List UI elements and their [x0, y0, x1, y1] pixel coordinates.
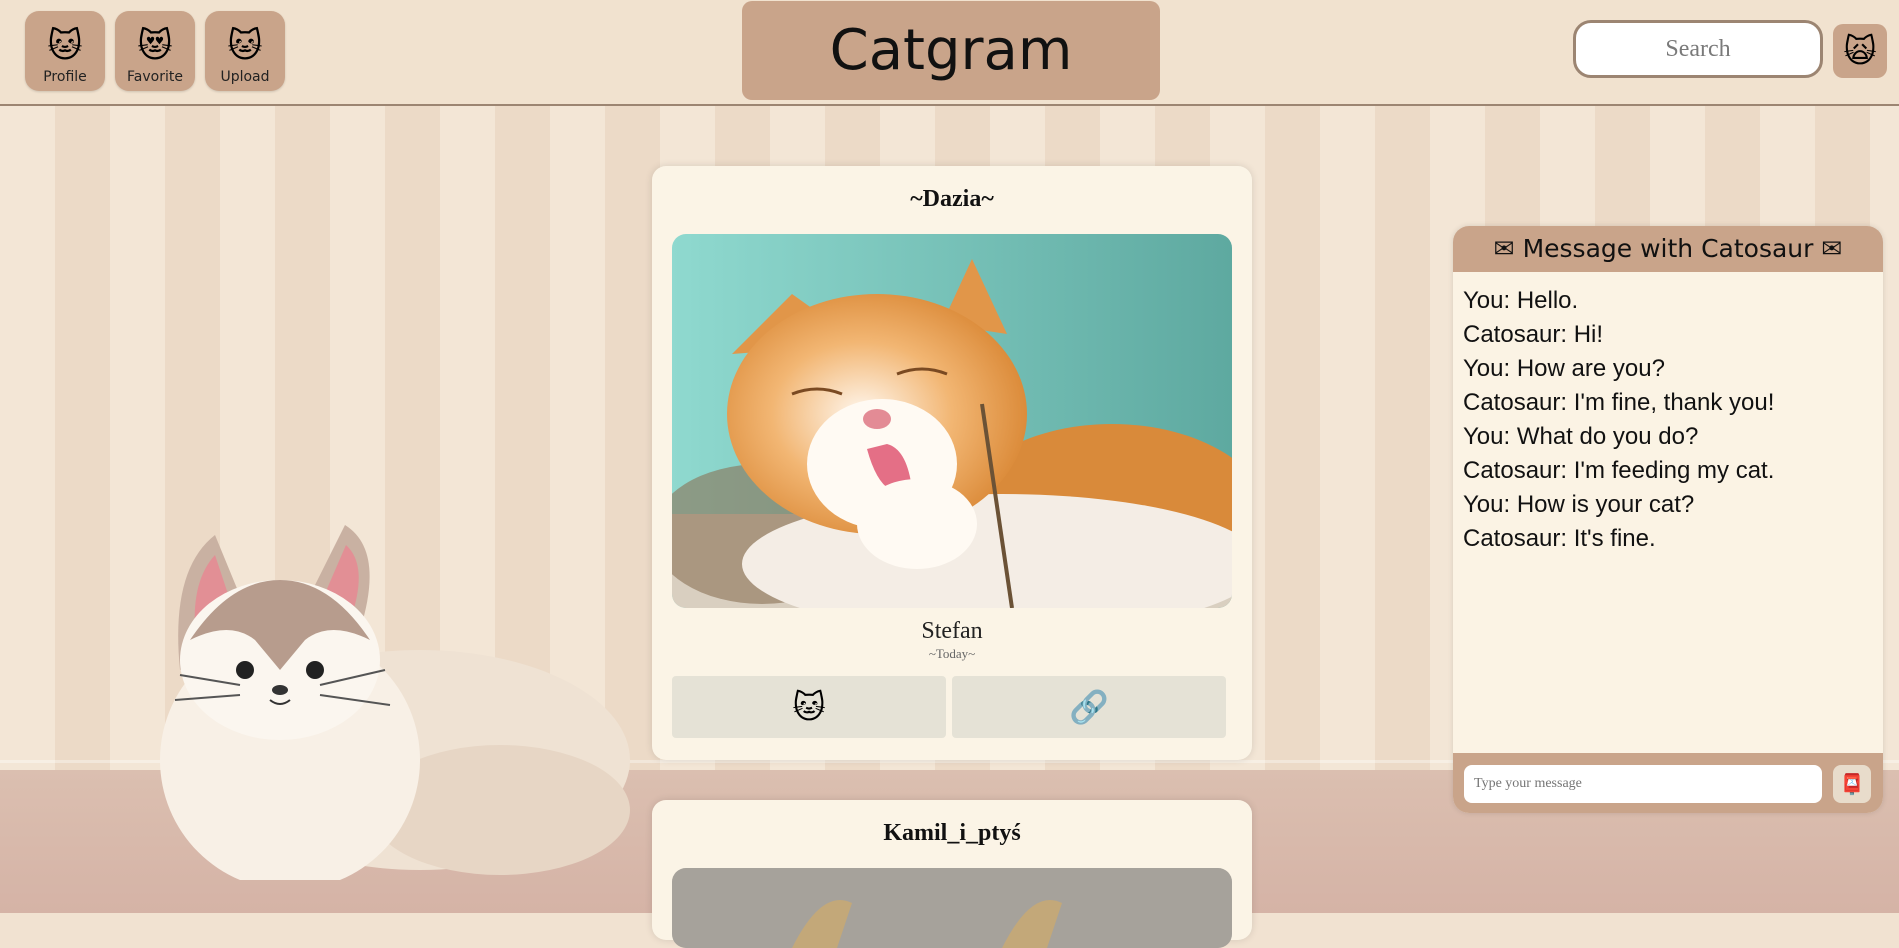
- chat-panel: ✉ Message with Catosaur ✉ You: Hello. Ca…: [1453, 226, 1883, 813]
- nav-profile-label: Profile: [43, 69, 87, 85]
- app-title-banner: Catgram: [742, 1, 1160, 100]
- post-date: ~Today~: [928, 646, 976, 661]
- profile-avatar-button[interactable]: 🙀: [1833, 24, 1887, 78]
- nav-upload-label: Upload: [220, 69, 270, 85]
- nav-favorite-button[interactable]: 😻 Favorite: [115, 11, 195, 91]
- post-author: Kamil_i_ptyś: [883, 820, 1021, 846]
- top-bar: 🐱 Profile 😻 Favorite 🐱 Upload Catgram 🙀: [0, 0, 1899, 106]
- cat-face-icon: 🐱: [227, 26, 263, 66]
- cat-photo-image: [672, 234, 1232, 608]
- cat-photo-image: [672, 868, 1232, 948]
- share-link-button[interactable]: 🔗: [952, 676, 1226, 738]
- app-title: Catgram: [829, 18, 1073, 83]
- nav-favorite-label: Favorite: [127, 69, 183, 85]
- post-card: Kamil_i_ptyś: [652, 800, 1252, 948]
- heart-eyes-cat-icon: 😻: [137, 26, 173, 66]
- chat-title: Message with Catosaur: [1522, 234, 1814, 263]
- search-input[interactable]: [1573, 20, 1823, 78]
- nav-upload-button[interactable]: 🐱 Upload: [205, 11, 285, 91]
- chat-message: You: How is your cat?: [1463, 491, 1695, 518]
- envelope-icon: ✉: [1821, 234, 1843, 263]
- chat-message: Catosaur: It's fine.: [1463, 525, 1656, 552]
- cat-face-icon: 🐱: [792, 688, 826, 726]
- link-icon: 🔗: [1069, 688, 1109, 726]
- chat-message: Catosaur: I'm fine, thank you!: [1463, 389, 1775, 416]
- send-icon: 📮: [1839, 772, 1865, 796]
- chat-header: ✉ Message with Catosaur ✉: [1453, 226, 1883, 272]
- post-card: ~Dazia~ Stefan ~Today~ 🐱 🔗: [652, 166, 1252, 760]
- chat-message-list: You: Hello. Catosaur: Hi! You: How are y…: [1453, 272, 1883, 568]
- chat-message: You: How are you?: [1463, 355, 1665, 382]
- background-cat-illustration: [160, 525, 630, 880]
- chat-message-input[interactable]: [1464, 765, 1822, 803]
- weary-cat-icon: 🙀: [1843, 32, 1877, 70]
- cat-face-icon: 🐱: [47, 26, 83, 66]
- post-author: ~Dazia~: [910, 186, 994, 212]
- chat-message: Catosaur: I'm feeding my cat.: [1463, 457, 1775, 484]
- chat-message: You: Hello.: [1463, 287, 1579, 314]
- chat-message: Catosaur: Hi!: [1463, 321, 1604, 348]
- nav-profile-button[interactable]: 🐱 Profile: [25, 11, 105, 91]
- send-message-button[interactable]: 📮: [1833, 765, 1871, 803]
- chat-composer: 📮: [1453, 753, 1883, 813]
- post-photo[interactable]: [672, 234, 1232, 608]
- post-photo[interactable]: [672, 868, 1232, 948]
- envelope-icon: ✉: [1493, 234, 1515, 263]
- like-button[interactable]: 🐱: [672, 676, 946, 738]
- post-caption: Stefan: [921, 618, 983, 644]
- chat-message: You: What do you do?: [1463, 423, 1699, 450]
